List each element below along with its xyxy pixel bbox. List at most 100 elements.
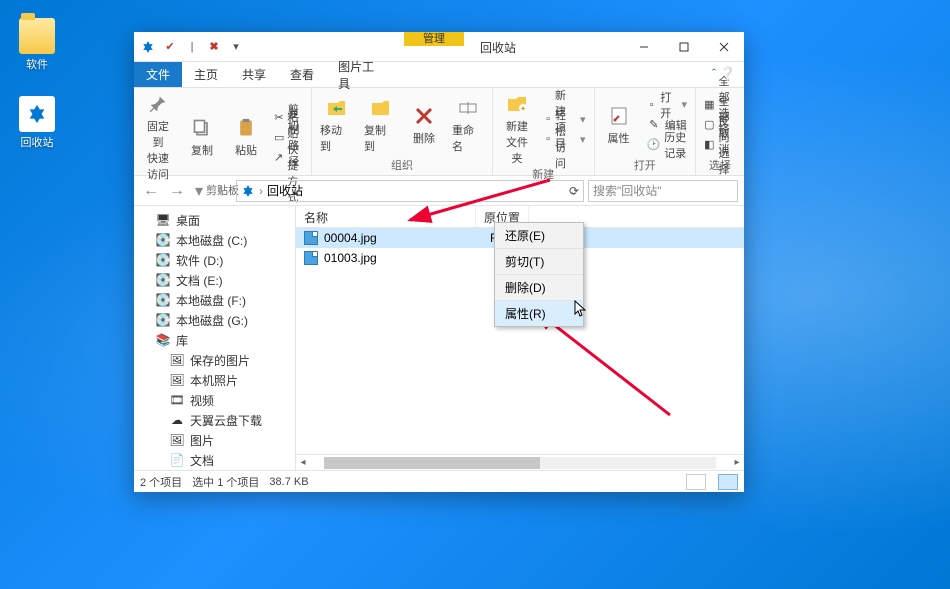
paste-button[interactable]: 粘贴 [226,114,266,160]
context-properties[interactable]: 属性(R) [495,301,583,326]
file-name: 00004.jpg [324,231,484,245]
sidebar-lib-item[interactable]: ☁天翼云盘下载 [134,410,295,430]
open-button[interactable]: ▫打开▾ [643,95,692,115]
explorer-body: 🖥桌面 💽本地磁盘 (C:) 💽软件 (D:) 💽文档 (E:) 💽本地磁盘 (… [134,206,744,470]
open-icon: ▫ [647,98,657,112]
documents-icon: 📄 [170,453,184,467]
navigation-pane[interactable]: 🖥桌面 💽本地磁盘 (C:) 💽软件 (D:) 💽文档 (E:) 💽本地磁盘 (… [134,206,296,470]
group-label: 选择 [700,159,740,175]
column-name[interactable]: 名称 [296,206,476,227]
sidebar-drive[interactable]: 💽软件 (D:) [134,250,295,270]
group-label: 组织 [316,159,488,175]
file-name: 01003.jpg [324,251,484,265]
new-folder-button[interactable]: ✦新建 文件夹 [497,90,537,168]
easy-access-icon: ▫ [545,132,551,146]
chevron-right-icon: › [259,184,263,198]
sidebar-drive[interactable]: 💽本地磁盘 (F:) [134,290,295,310]
select-all-icon: ▦ [704,98,714,112]
tab-picture-tools[interactable]: 图片工具 [326,62,386,87]
qat-dropdown-icon[interactable]: ▾ [228,39,244,55]
context-restore[interactable]: 还原(E) [495,223,583,249]
qat-close-icon[interactable]: ✖ [206,39,222,55]
select-none-icon: ▢ [704,118,714,132]
contextual-tab-label: 管理 [404,32,464,46]
move-to-button[interactable]: 移动到 [316,94,356,156]
ribbon-group-select: ▦全部选择 ▢全部取消 ◧反向选择 选择 [696,88,744,175]
image-file-icon [304,251,318,265]
tab-share[interactable]: 共享 [230,62,278,87]
scroll-thumb[interactable] [324,457,540,469]
scroll-left-icon[interactable]: ◂ [296,457,310,468]
minimize-button[interactable] [624,32,664,61]
forward-button[interactable]: → [166,180,188,202]
tab-file[interactable]: 文件 [134,62,182,87]
delete-button[interactable]: 删除 [404,102,444,148]
icons-view-button[interactable] [718,474,738,490]
desktop-icon-label: 回收站 [12,134,62,150]
drive-icon: 💽 [156,233,170,247]
image-file-icon [304,231,318,245]
scroll-track[interactable] [324,457,716,469]
qat-icon[interactable] [140,39,156,55]
properties-button[interactable]: 属性 [599,102,639,148]
pictures-icon: 🖼 [170,433,184,447]
contextual-tab-header: 管理 [404,32,464,46]
close-button[interactable] [704,32,744,61]
tab-view[interactable]: 查看 [278,62,326,87]
back-button[interactable]: ← [140,180,162,202]
shortcut-icon: ↗ [274,150,283,164]
sidebar-library[interactable]: 📚库 [134,330,295,350]
sidebar-drive[interactable]: 💽本地磁盘 (C:) [134,230,295,250]
context-menu: 还原(E) 剪切(T) 删除(D) 属性(R) [494,222,584,327]
cut-icon: ✂ [274,110,284,124]
context-delete[interactable]: 删除(D) [495,275,583,301]
recycle-bin-icon [19,96,55,132]
sidebar-drive[interactable]: 💽文档 (E:) [134,270,295,290]
folder-icon [19,18,55,54]
maximize-button[interactable] [664,32,704,61]
up-button[interactable]: ↑ [210,180,232,202]
new-item-icon: ▫ [545,112,551,126]
svg-text:✦: ✦ [520,105,526,113]
pictures-icon: 🖼 [170,373,184,387]
rename-button[interactable]: 重命名 [448,94,488,156]
recent-button[interactable]: ▾ [192,180,206,202]
easy-access-button[interactable]: ▫轻松访问▾ [541,129,590,149]
sidebar-lib-item[interactable]: 🖼保存的图片 [134,350,295,370]
sidebar-desktop[interactable]: 🖥桌面 [134,210,295,230]
horizontal-scrollbar[interactable]: ◂ ▸ [296,454,744,470]
pin-icon [146,92,170,116]
refresh-icon[interactable]: ⟳ [569,184,579,198]
navigation-bar: ← → ▾ ↑ › 回收站 ⌄ ⟳ 搜索"回收站" [134,176,744,206]
paste-shortcut-button[interactable]: ↗粘贴快捷方式 [270,147,307,167]
qat-sep: | [184,39,200,55]
copy-to-button[interactable]: 复制到 [360,94,400,156]
cursor-icon [574,300,588,318]
invert-selection-button[interactable]: ◧反向选择 [700,135,740,155]
sidebar-drive[interactable]: 💽本地磁盘 (G:) [134,310,295,330]
qat-check-icon[interactable]: ✔ [162,39,178,55]
window-title: 回收站 [480,39,516,56]
scroll-right-icon[interactable]: ▸ [730,457,744,468]
tab-home[interactable]: 主页 [182,62,230,87]
history-button[interactable]: 🕑历史记录 [643,135,692,155]
desktop-icon-recycle-bin[interactable]: 回收站 [12,96,62,150]
status-size: 38.7 KB [269,476,308,488]
sidebar-lib-item[interactable]: 🖼本机照片 [134,370,295,390]
help-icon[interactable]: ˆ ❔ [712,66,736,82]
pin-button[interactable]: 固定到 快速访问 [138,90,178,184]
ribbon-tabs: 文件 主页 共享 查看 图片工具 ˆ ❔ [134,62,744,88]
context-cut[interactable]: 剪切(T) [495,249,583,275]
search-box[interactable]: 搜索"回收站" [588,180,738,202]
sidebar-lib-item[interactable]: 📄文档 [134,450,295,470]
sidebar-lib-item[interactable]: 🎞视频 [134,390,295,410]
address-bar[interactable]: › 回收站 ⌄ ⟳ [236,180,584,202]
details-view-button[interactable] [686,474,706,490]
copy-to-icon [368,96,392,120]
cloud-icon: ☁ [170,413,184,427]
copy-button[interactable]: 复制 [182,114,222,160]
group-label: 打开 [599,159,692,175]
sidebar-lib-item[interactable]: 🖼图片 [134,430,295,450]
desktop-icon-software[interactable]: 软件 [12,18,62,72]
ribbon-group-organize: 移动到 复制到 删除 重命名 组织 [312,88,493,175]
